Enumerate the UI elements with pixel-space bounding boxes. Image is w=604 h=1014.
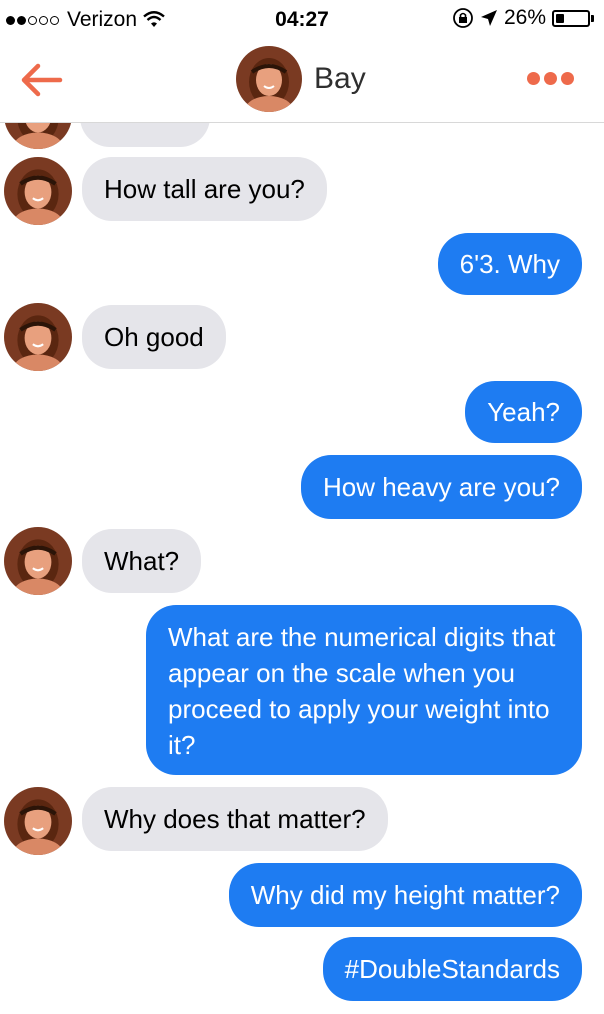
message-bubble-incoming[interactable]: How tall are you? <box>82 157 327 221</box>
contact-avatar <box>4 787 72 855</box>
message-bubble-outgoing[interactable]: Why did my height matter? <box>228 863 582 927</box>
message-bubble-outgoing[interactable]: What are the numerical digits that appea… <box>146 605 582 775</box>
status-right: 26% <box>452 6 594 30</box>
message-bubble-outgoing[interactable]: How heavy are you? <box>300 455 582 519</box>
status-bar: Verizon 04:27 26% <box>0 0 604 40</box>
back-arrow-icon <box>21 63 63 97</box>
message-list[interactable]: How tall are you? 6'3. Why Oh good Yeah?… <box>0 123 604 1014</box>
contact-profile-button[interactable]: Bay <box>236 46 366 112</box>
message-bubble-outgoing[interactable]: 6'3. Why <box>437 233 582 295</box>
back-button[interactable] <box>18 60 64 100</box>
battery-percent: 26% <box>503 6 546 29</box>
contact-avatar <box>4 157 72 225</box>
more-options-button[interactable] <box>523 72 574 85</box>
contact-avatar <box>4 123 72 149</box>
message-bubble-incoming[interactable]: Why does that matter? <box>82 787 388 851</box>
battery-icon <box>552 9 590 27</box>
contact-avatar <box>4 303 72 371</box>
message-bubble-outgoing[interactable]: #DoubleStandards <box>322 937 582 1001</box>
message-bubble-incoming[interactable]: What? <box>82 529 202 593</box>
message-bubble-incoming[interactable]: Oh good <box>82 305 226 369</box>
contact-name: Bay <box>314 62 366 95</box>
chat-header: Bay <box>0 40 604 123</box>
message-bubble-outgoing[interactable]: Yeah? <box>465 381 582 443</box>
location-arrow-icon <box>480 10 497 26</box>
rotation-lock-icon <box>453 8 473 28</box>
partial-message-bubble <box>80 123 210 147</box>
contact-avatar <box>236 46 302 112</box>
contact-avatar <box>4 527 72 595</box>
